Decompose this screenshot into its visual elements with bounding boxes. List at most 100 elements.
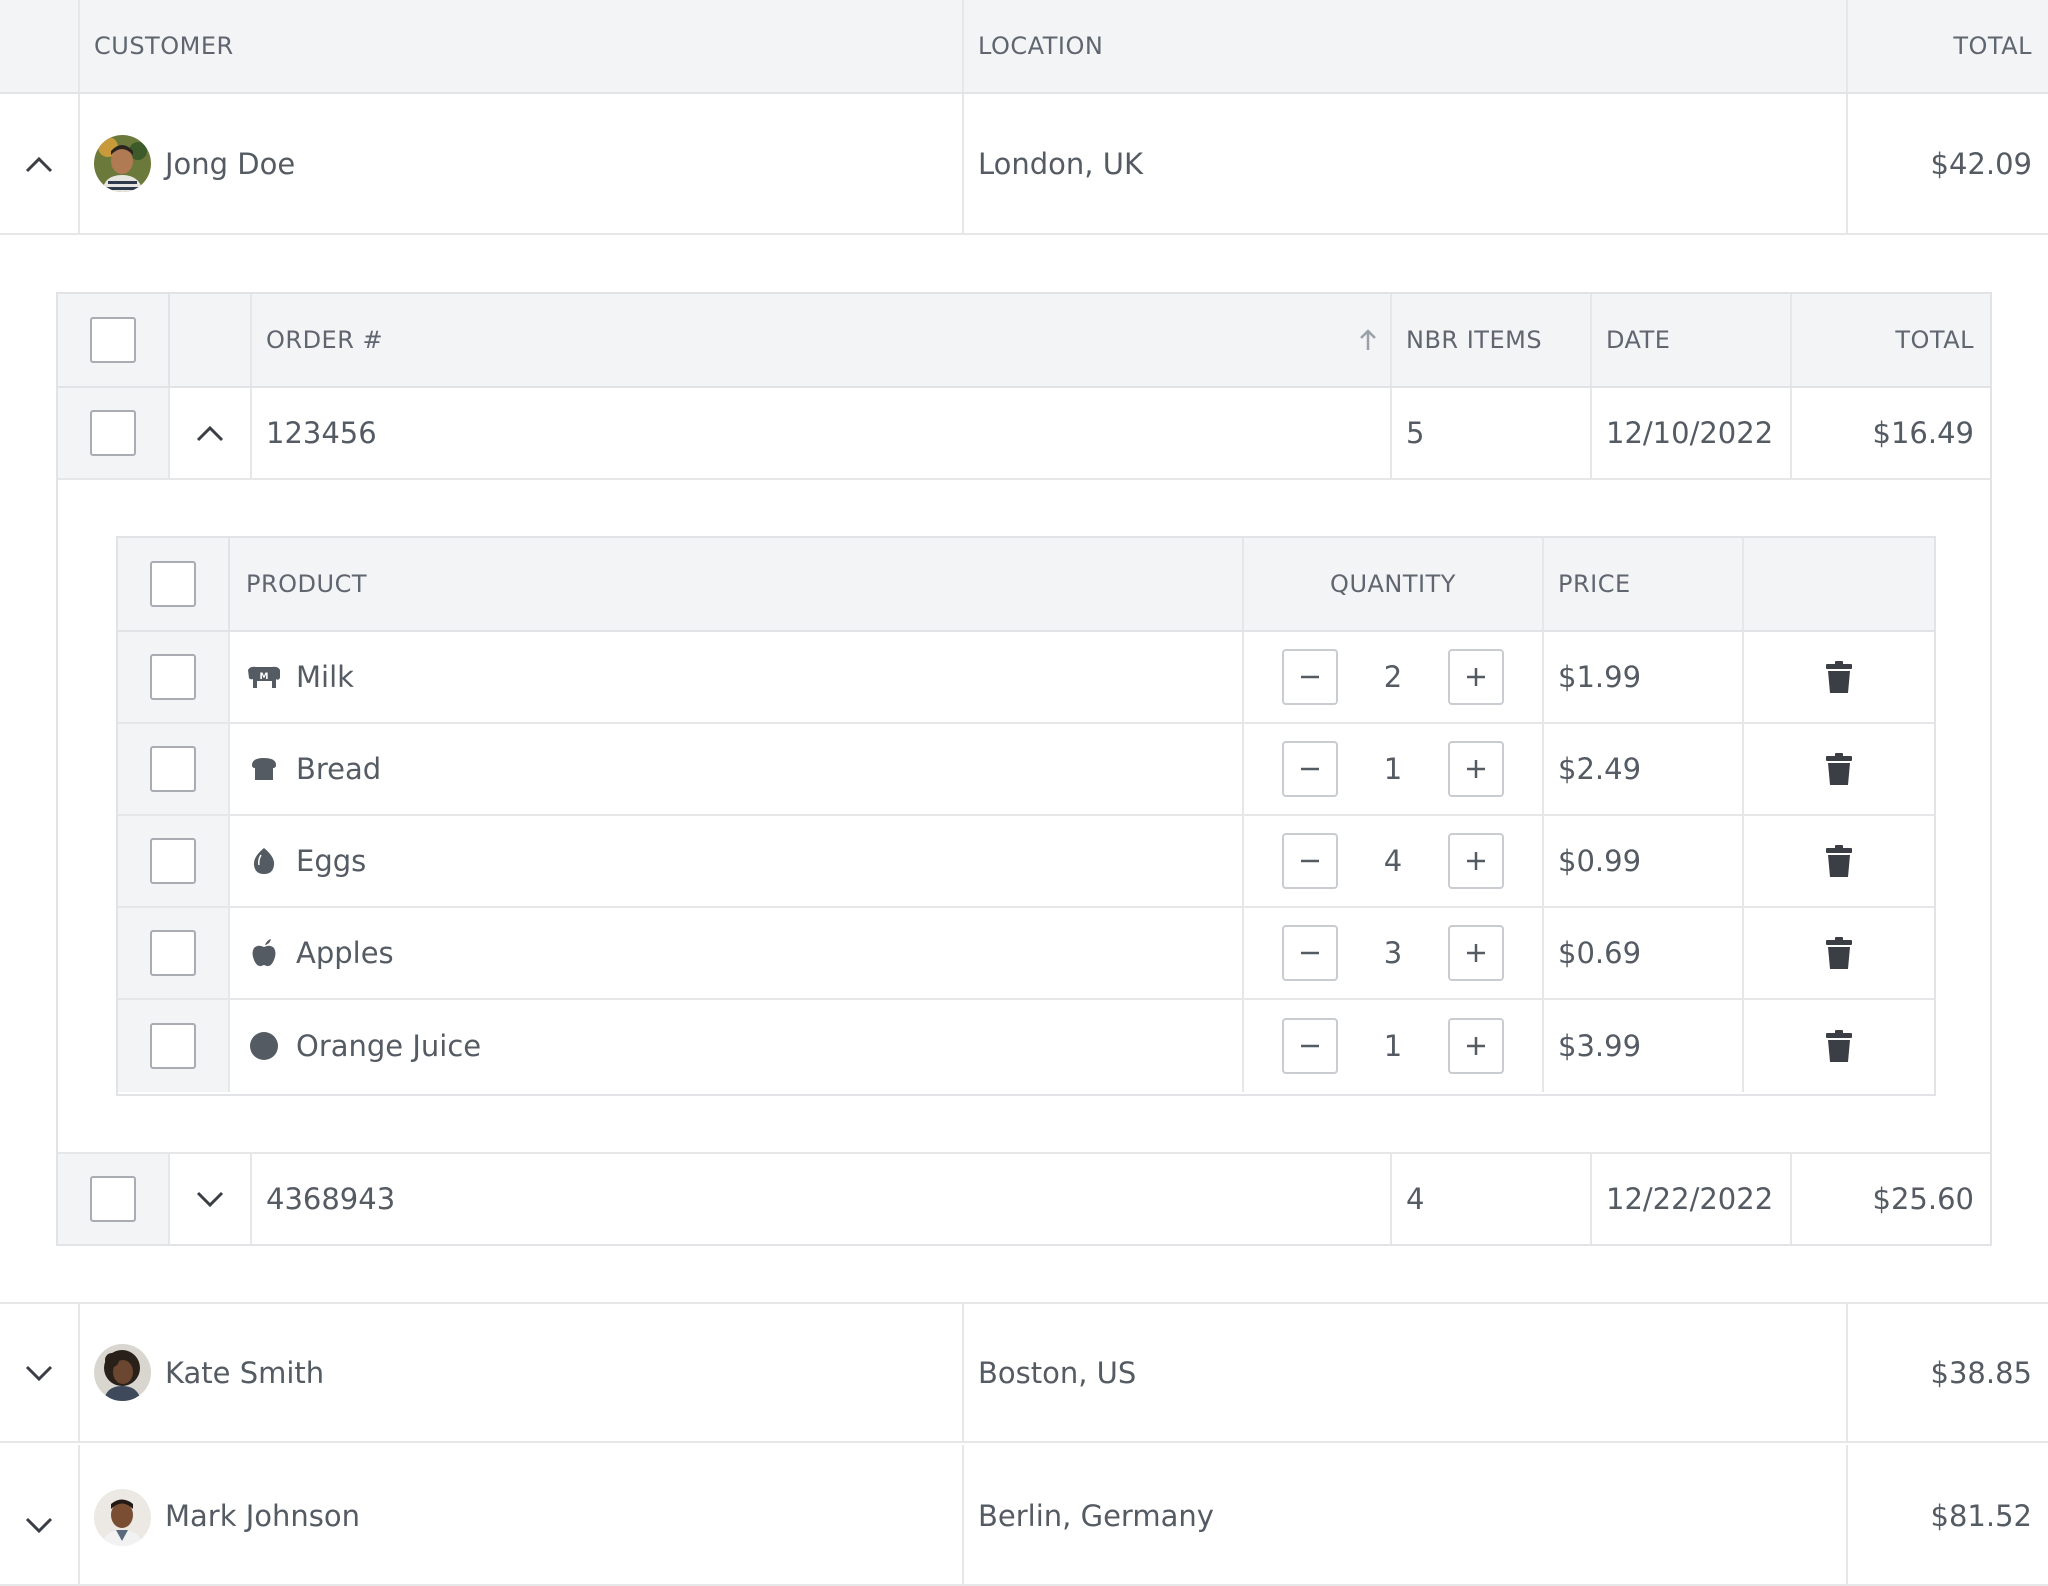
expand-row-button[interactable] [0,1304,78,1441]
decrement-button[interactable] [1282,833,1338,889]
trash-icon [1826,937,1852,969]
column-header-product[interactable]: PRODUCT [246,538,367,630]
product-checkbox[interactable] [150,654,196,700]
product-row: Eggs 4 $0.99 [118,816,1934,908]
customer-name: Mark Johnson [165,1499,361,1533]
column-header-location-label: LOCATION [978,32,1104,60]
order-total: $16.49 [1872,416,1974,450]
order-checkbox[interactable] [90,1176,136,1222]
minus-icon [1301,1044,1319,1048]
order-date-cell: 12/22/2022 [1606,1154,1773,1244]
customer-total: $81.52 [1930,1499,2032,1533]
delete-product-button[interactable] [1744,1000,1934,1092]
sort-ascending-icon[interactable] [1358,327,1378,353]
order-items: 4 [1406,1182,1425,1216]
customer-cell: Jong Doe [94,94,295,233]
delete-product-button[interactable] [1744,816,1934,906]
column-header-order-label: ORDER # [266,326,384,354]
svg-text:M: M [260,672,269,682]
customer-total: $38.85 [1930,1355,2032,1390]
product-cell: Bread [246,724,381,814]
chevron-down-icon [25,1365,53,1381]
decrement-button[interactable] [1282,925,1338,981]
customer-cell: Kate Smith [94,1304,324,1441]
delete-product-button[interactable] [1744,632,1934,722]
decrement-button[interactable] [1282,649,1338,705]
column-header-product-label: PRODUCT [246,570,368,598]
chevron-down-icon [196,1191,224,1208]
decrement-button[interactable] [1282,1018,1338,1074]
increment-button[interactable] [1448,741,1504,797]
minus-icon [1301,859,1319,863]
decrement-button[interactable] [1282,741,1338,797]
customer-location: Berlin, Germany [978,1499,1214,1533]
quantity-value[interactable]: 2 [1338,660,1448,694]
total-cell: $81.52 [1931,1445,2032,1584]
product-name: Apples [296,936,394,970]
minus-icon [1301,767,1319,771]
quantity-stepper: 3 [1244,908,1542,998]
select-all-orders-checkbox[interactable] [90,317,136,363]
product-row: Bread 1 $2.49 [118,724,1934,816]
column-header-order[interactable]: ORDER # [266,294,1378,386]
quantity-value[interactable]: 4 [1338,844,1448,878]
order-date: 12/10/2022 [1606,416,1774,450]
quantity-value[interactable]: 1 [1338,1029,1448,1063]
customer-location: London, UK [978,146,1143,181]
avatar [94,1344,151,1401]
increment-button[interactable] [1448,649,1504,705]
customer-total: $42.09 [1930,146,2032,181]
location-cell: London, UK [978,94,1143,233]
plus-icon [1467,760,1485,778]
quantity-value[interactable]: 3 [1338,936,1448,970]
column-header-order-total[interactable]: TOTAL [1895,294,1974,386]
order-checkbox[interactable] [90,410,136,456]
column-header-customer[interactable]: CUSTOMER [94,0,234,92]
increment-button[interactable] [1448,833,1504,889]
column-header-quantity[interactable]: QUANTITY [1244,538,1542,630]
order-number-cell: 123456 [266,388,377,478]
order-date: 12/22/2022 [1606,1182,1774,1216]
column-header-price[interactable]: PRICE [1558,538,1631,630]
collapse-order-button[interactable] [170,388,250,478]
customer-row: Jong Doe London, UK $42.09 [0,94,2048,235]
product-checkbox[interactable] [150,746,196,792]
column-header-order-total-label: TOTAL [1895,326,1974,354]
column-header-total[interactable]: TOTAL [1953,0,2032,92]
collapse-row-button[interactable] [0,94,78,233]
column-header-date[interactable]: DATE [1606,294,1670,386]
product-checkbox[interactable] [150,838,196,884]
minus-icon [1301,675,1319,679]
price-cell: $0.69 [1558,908,1641,998]
product-checkbox[interactable] [150,1023,196,1069]
product-price: $2.49 [1558,752,1642,786]
products-grid: PRODUCT QUANTITY PRICE M Milk 2 $1.99 Br… [116,536,1936,1096]
product-checkbox[interactable] [150,930,196,976]
location-cell: Boston, US [978,1304,1136,1441]
plus-icon [1467,944,1485,962]
product-row: Apples 3 $0.69 [118,908,1934,1000]
increment-button[interactable] [1448,925,1504,981]
trash-icon [1826,753,1852,785]
product-select-cell [118,724,230,814]
expand-row-button[interactable] [0,1445,78,1586]
orders-header-row: ORDER # NBR ITEMS DATE TOTAL [58,294,1990,388]
product-cell: Eggs [246,816,366,906]
increment-button[interactable] [1448,1018,1504,1074]
quantity-value[interactable]: 1 [1338,752,1448,786]
bread-icon-wrap [246,756,282,782]
chevron-down-icon [25,1517,53,1534]
orders-grid: ORDER # NBR ITEMS DATE TOTAL 123456 5 12… [56,292,1992,1246]
order-row: 4368943 4 12/22/2022 $25.60 [58,1152,1990,1244]
column-header-location[interactable]: LOCATION [978,0,1103,92]
customer-row: Kate Smith Boston, US $38.85 [0,1302,2048,1443]
delete-product-button[interactable] [1744,908,1934,998]
product-cell: Orange Juice [246,1000,481,1092]
product-price: $0.99 [1558,844,1642,878]
expand-order-button[interactable] [170,1154,250,1244]
column-header-items[interactable]: NBR ITEMS [1406,294,1542,386]
quantity-stepper: 1 [1244,1000,1542,1092]
total-cell: $38.85 [1931,1304,2032,1441]
delete-product-button[interactable] [1744,724,1934,814]
select-all-products-checkbox[interactable] [150,561,196,607]
